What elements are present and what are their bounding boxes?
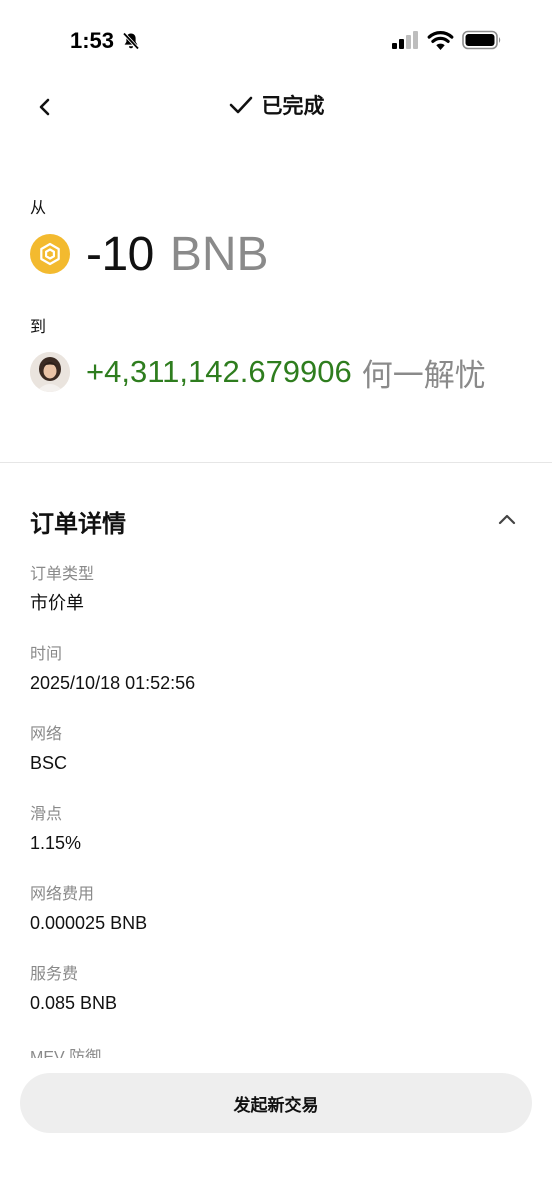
to-amount: +4,311,142.679906 bbox=[86, 354, 352, 389]
detail-label: 服务费 bbox=[30, 966, 79, 983]
token-avatar bbox=[30, 352, 70, 392]
detail-value: 1.15% bbox=[30, 833, 82, 853]
from-amount: -10 bbox=[86, 227, 154, 281]
to-amount-row: +4,311,142.679906 何一解忧 bbox=[30, 348, 486, 396]
from-label: 从 bbox=[30, 200, 47, 217]
order-details-title: 订单详情 bbox=[30, 511, 126, 538]
detail-service-fee: 服务费 0.085 BNB bbox=[30, 965, 117, 1014]
detail-network: 网络 BSC bbox=[30, 725, 67, 774]
header: 已完成 bbox=[0, 80, 552, 130]
new-trade-button[interactable]: 发起新交易 bbox=[20, 1073, 532, 1133]
detail-label: 网络 bbox=[30, 726, 63, 743]
detail-value: 2025/10/18 01:52:56 bbox=[30, 673, 196, 693]
bnb-coin-icon bbox=[30, 234, 70, 274]
detail-label: 网络费用 bbox=[30, 886, 95, 903]
battery-icon bbox=[462, 30, 501, 50]
detail-slippage: 滑点 1.15% bbox=[30, 805, 81, 854]
wifi-icon bbox=[427, 31, 454, 50]
from-unit: BNB bbox=[169, 227, 269, 281]
detail-value: 0.000025 BNB bbox=[30, 913, 148, 933]
transaction-detail-screen: 1:53 已完成 从 -10 BNB 到 +4,311,142.679906 何… bbox=[0, 0, 552, 1200]
from-amount-row: -10 BNB bbox=[30, 224, 269, 284]
detail-value: BSC bbox=[30, 753, 68, 773]
detail-value: 市价单 bbox=[30, 593, 84, 613]
detail-label: 时间 bbox=[30, 646, 63, 663]
detail-order-type: 订单类型 市价单 bbox=[30, 565, 94, 614]
detail-label: 订单类型 bbox=[30, 566, 95, 583]
header-status: 已完成 bbox=[0, 90, 552, 120]
to-token-name: 何一解忧 bbox=[361, 357, 486, 393]
status-bar: 1:53 bbox=[0, 0, 552, 80]
detail-time: 时间 2025/10/18 01:52:56 bbox=[30, 645, 195, 694]
detail-network-fee: 网络费用 0.000025 BNB bbox=[30, 885, 147, 934]
bnb-logo-icon bbox=[40, 242, 60, 266]
status-time: 1:53 bbox=[70, 28, 115, 53]
to-label: 到 bbox=[30, 319, 47, 336]
cellular-signal-icon bbox=[392, 31, 418, 49]
detail-value: 0.085 BNB bbox=[30, 993, 118, 1013]
collapse-toggle-button[interactable] bbox=[494, 506, 520, 532]
page-title: 已完成 bbox=[261, 95, 325, 118]
silent-bell-icon bbox=[122, 32, 140, 50]
section-divider bbox=[0, 462, 552, 463]
detail-label: 滑点 bbox=[30, 806, 63, 823]
checkmark-icon bbox=[229, 96, 252, 114]
chevron-up-icon bbox=[498, 514, 516, 525]
avatar-portrait-icon bbox=[30, 352, 70, 392]
